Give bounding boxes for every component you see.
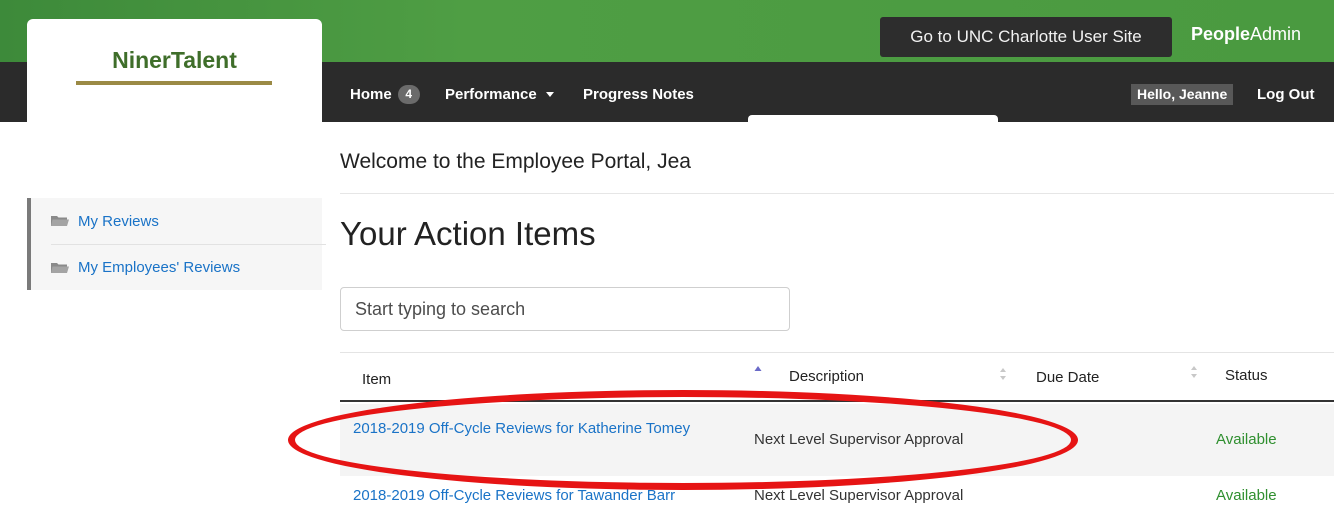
- welcome-name: Jea: [657, 150, 691, 173]
- column-header-description[interactable]: Description: [789, 368, 864, 385]
- peopleadmin-brand: PeopleAdmin: [1191, 24, 1301, 45]
- welcome-divider: [340, 193, 1334, 194]
- logo-text: NinerTalent: [112, 47, 237, 73]
- table-row: 2018-2019 Off-Cycle Reviews for Tawander…: [340, 476, 1334, 516]
- search-input[interactable]: [340, 287, 790, 331]
- brand-regular: Admin: [1250, 24, 1302, 44]
- column-header-due-date[interactable]: Due Date: [1036, 369, 1099, 386]
- user-greeting: Hello, Jeanne: [1131, 84, 1234, 105]
- sort-icon[interactable]: [1190, 365, 1198, 379]
- item-link[interactable]: 2018-2019 Off-Cycle Reviews for Katherin…: [353, 418, 698, 440]
- page-title: Your Action Items: [340, 215, 596, 252]
- nav-performance-label: Performance: [445, 85, 537, 103]
- column-header-item[interactable]: Item: [362, 371, 391, 388]
- sort-ascending-icon[interactable]: [754, 365, 762, 379]
- table-row: 2018-2019 Off-Cycle Reviews for Katherin…: [340, 404, 1334, 476]
- welcome-text: Welcome to the Employee Portal,: [340, 150, 652, 173]
- sort-icon[interactable]: [999, 367, 1007, 381]
- nav-progress-notes[interactable]: Progress Notes: [583, 83, 694, 105]
- brand-bold: People: [1191, 24, 1251, 44]
- logo-card[interactable]: NinerTalent: [27, 19, 322, 124]
- column-header-status[interactable]: Status: [1225, 367, 1268, 384]
- nav-progress-notes-label: Progress Notes: [583, 85, 694, 103]
- description-cell: Next Level Supervisor Approval: [754, 431, 964, 448]
- sidebar-item-label: My Employees' Reviews: [78, 259, 241, 276]
- nav-performance[interactable]: Performance: [445, 83, 554, 105]
- sidebar: My Reviews My Employees' Reviews: [27, 198, 326, 290]
- status-cell: Available: [1216, 431, 1277, 448]
- go-to-user-site-button[interactable]: Go to UNC Charlotte User Site: [880, 17, 1172, 57]
- logo-underline: [76, 81, 272, 85]
- nav-home[interactable]: Home 4: [350, 83, 420, 105]
- redaction-box: [748, 115, 998, 183]
- table-header: Item Description Due Date Status: [340, 352, 1334, 402]
- sidebar-item-my-reviews[interactable]: My Reviews: [51, 198, 159, 244]
- logout-link[interactable]: Log Out: [1257, 84, 1314, 105]
- caret-down-icon: [545, 91, 554, 97]
- status-cell: Available: [1216, 487, 1277, 504]
- description-cell: Next Level Supervisor Approval: [754, 487, 964, 504]
- nav-home-label: Home: [350, 85, 392, 103]
- home-count-badge: 4: [397, 84, 420, 104]
- folder-icon: [51, 216, 69, 226]
- sidebar-item-my-employees-reviews[interactable]: My Employees' Reviews: [51, 244, 326, 290]
- item-link[interactable]: 2018-2019 Off-Cycle Reviews for Tawander…: [353, 485, 753, 507]
- folder-icon: [51, 262, 69, 273]
- sidebar-item-label: My Reviews: [78, 212, 159, 230]
- welcome-message: Welcome to the Employee Portal, Jea: [340, 150, 691, 174]
